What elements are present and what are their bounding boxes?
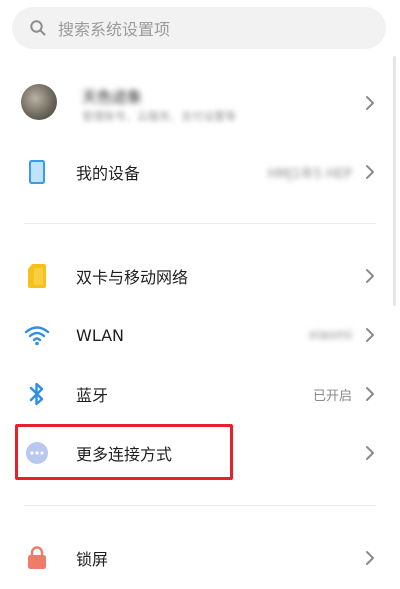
account-row[interactable]: 天色迹象 管理账号、云服务、支付设置等 xyxy=(0,74,400,132)
lock-screen-label: 锁屏 xyxy=(76,550,109,569)
search-icon xyxy=(28,18,48,38)
wlan-label: WLAN xyxy=(76,325,125,345)
sim-card-icon xyxy=(24,263,50,289)
account-name: 天色迹象 xyxy=(82,88,143,106)
settings-item-dual-sim[interactable]: 双卡与移动网络 xyxy=(0,248,400,304)
settings-item-lock-screen[interactable]: 锁屏 xyxy=(0,530,400,586)
wlan-value: xiaomi xyxy=(308,327,352,343)
section-divider xyxy=(24,223,376,224)
chevron-right-icon xyxy=(364,445,376,461)
bluetooth-icon xyxy=(24,381,50,407)
scrollbar[interactable] xyxy=(393,56,396,306)
section-divider xyxy=(24,505,376,506)
settings-item-wlan[interactable]: WLAN xiaomi xyxy=(0,307,400,363)
my-device-value: HMJ1年5 HEP xyxy=(267,166,352,182)
wifi-icon xyxy=(24,322,50,348)
chevron-right-icon xyxy=(364,386,376,402)
settings-screen: 搜索系统设置项 天色迹象 管理账号、云服务、支付设置等 我的设备 HMJ1年5 … xyxy=(0,0,400,589)
chevron-right-icon xyxy=(364,95,376,111)
account-subtitle: 管理账号、云服务、支付设置等 xyxy=(82,110,236,123)
bluetooth-label: 蓝牙 xyxy=(76,386,109,405)
chevron-right-icon xyxy=(364,164,376,180)
search-placeholder: 搜索系统设置项 xyxy=(58,20,171,39)
bluetooth-status: 已开启 xyxy=(312,388,352,404)
settings-item-my-device[interactable]: 我的设备 HMJ1年5 HEP xyxy=(0,144,400,200)
lock-icon xyxy=(24,545,50,571)
avatar xyxy=(21,84,57,120)
highlight-annotation-box xyxy=(15,424,233,480)
search-bar[interactable]: 搜索系统设置项 xyxy=(12,7,386,49)
chevron-right-icon xyxy=(364,268,376,284)
phone-device-icon xyxy=(24,159,50,185)
dual-sim-label: 双卡与移动网络 xyxy=(76,268,189,287)
chevron-right-icon xyxy=(364,550,376,566)
chevron-right-icon xyxy=(364,327,376,343)
settings-item-bluetooth[interactable]: 蓝牙 已开启 xyxy=(0,366,400,422)
my-device-label: 我的设备 xyxy=(76,164,141,183)
